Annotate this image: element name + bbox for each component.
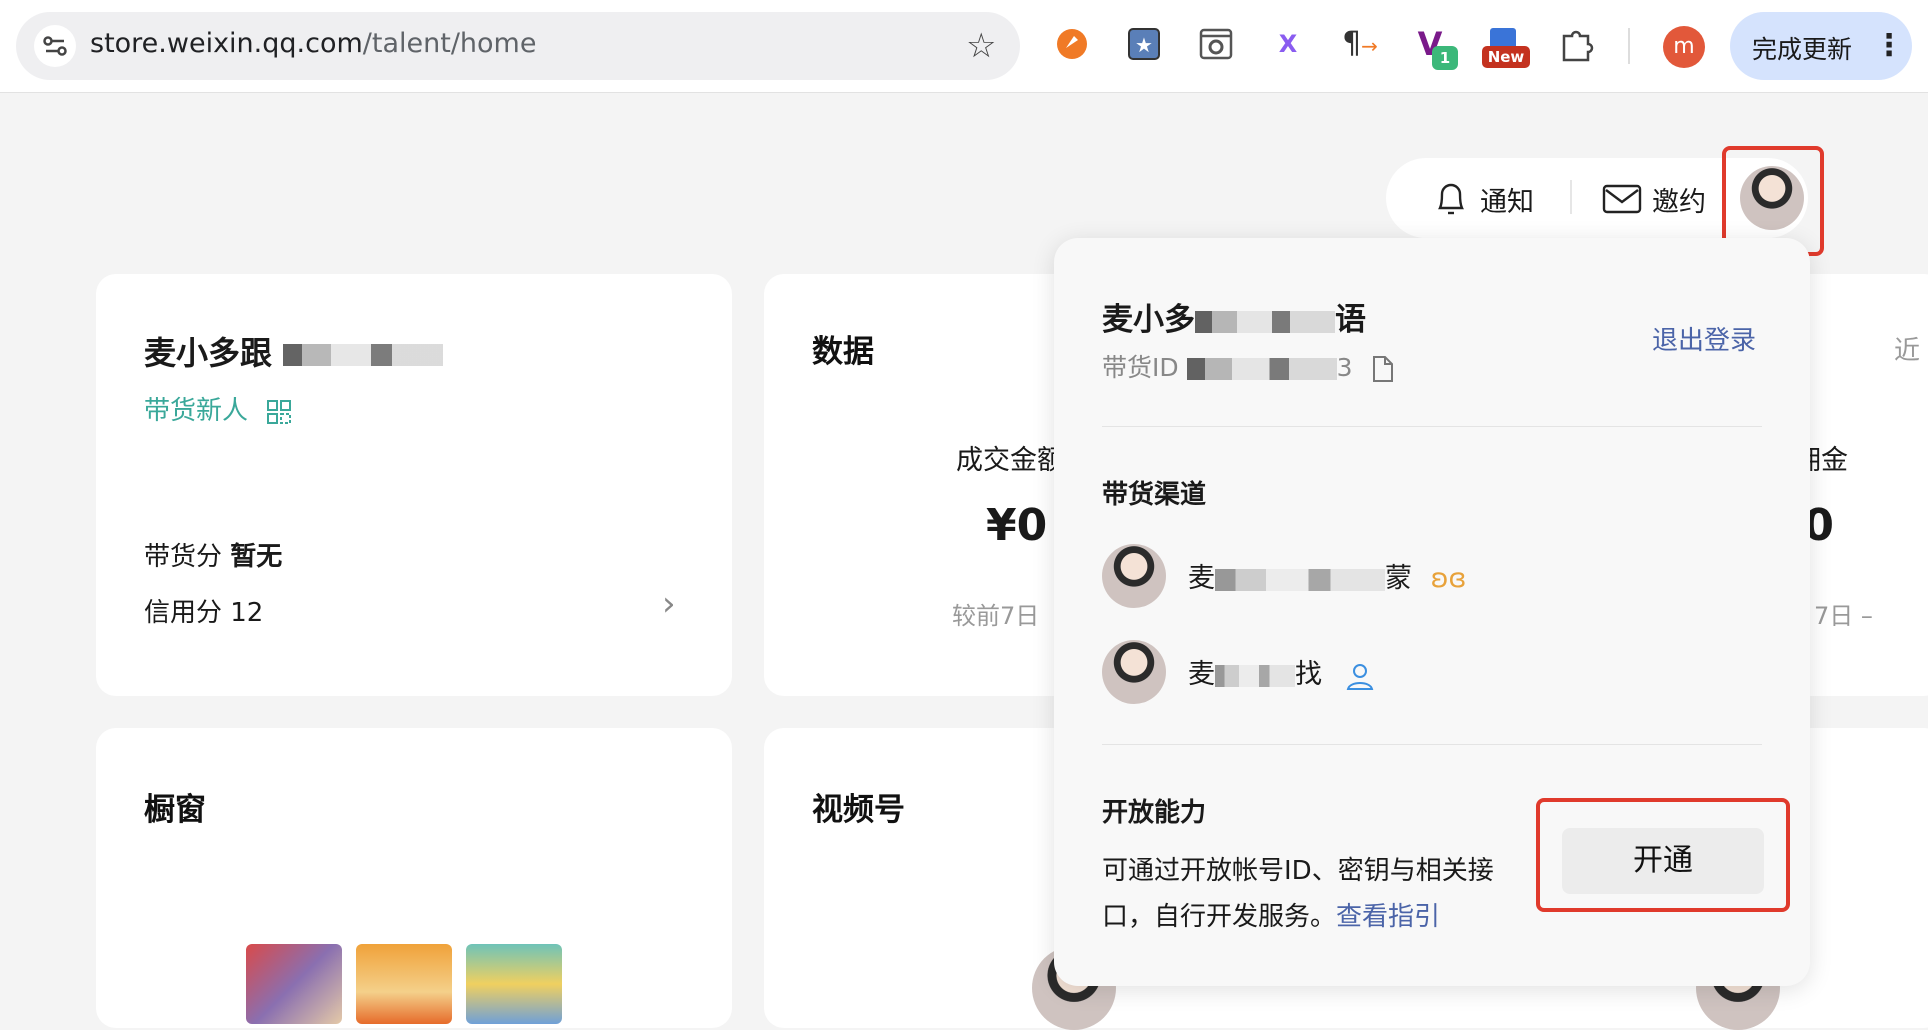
extension-v-icon[interactable]: V 1 — [1410, 24, 1458, 70]
notify-label[interactable]: 通知 — [1480, 180, 1534, 219]
channel-item-2[interactable]: 麦找 — [1188, 652, 1375, 691]
extension-new-icon[interactable]: New — [1482, 24, 1530, 68]
topbar-divider — [1570, 180, 1572, 214]
recent-label[interactable]: 近 — [1894, 330, 1920, 367]
bookmark-star-icon[interactable]: ☆ — [966, 26, 996, 66]
promoter-id: 带货ID 3 — [1102, 348, 1396, 384]
channel-avatar — [1102, 544, 1166, 608]
user-outline-icon — [1346, 663, 1373, 690]
score-row: 带货分 暂无 — [144, 542, 283, 572]
update-label: 完成更新 — [1752, 35, 1853, 64]
divider — [1102, 744, 1762, 745]
channel-item-1[interactable]: 麦蒙 ʚɞ — [1188, 556, 1466, 595]
product-thumbnail[interactable] — [356, 944, 452, 1024]
gmv-compare: 较前7日 — [952, 602, 1040, 630]
channels-title: 带货渠道 — [1102, 480, 1207, 510]
invite-label[interactable]: 邀约 — [1652, 180, 1706, 219]
extension-gear-window-icon[interactable] — [1196, 24, 1236, 64]
gmv-label: 成交金额 — [956, 445, 1064, 476]
product-thumbnail[interactable] — [466, 944, 562, 1024]
site-settings-icon[interactable] — [34, 25, 76, 67]
window-card: 橱窗 — [96, 728, 732, 1028]
divider — [1102, 426, 1762, 427]
update-button[interactable]: 完成更新 ⋮ — [1730, 12, 1912, 80]
url-text[interactable]: store.weixin.qq.com/talent/home — [90, 28, 536, 59]
browser-toolbar: store.weixin.qq.com/talent/home ☆ ★ X ¶→… — [0, 0, 1928, 93]
profile-avatar[interactable]: m — [1663, 26, 1705, 68]
profile-tag[interactable]: 带货新人 — [144, 390, 292, 427]
window-title[interactable]: 橱窗 — [144, 784, 206, 829]
address-bar[interactable]: store.weixin.qq.com/talent/home ☆ — [16, 12, 1020, 80]
bell-icon[interactable] — [1434, 178, 1468, 222]
extension-pilcrow-icon[interactable]: ¶→ — [1340, 24, 1380, 64]
new-badge: New — [1482, 46, 1530, 68]
dropdown-name: 麦小多语 — [1102, 302, 1366, 338]
url-path: /talent/home — [362, 28, 537, 59]
profile-card: 麦小多跟 带货新人 带货分 暂无 信用分 12 › — [96, 274, 732, 696]
extension-orange-icon[interactable] — [1052, 24, 1092, 64]
commission-compare: 7日 – — [1814, 602, 1873, 630]
invite-mail-icon[interactable] — [1602, 180, 1642, 220]
product-thumbnail[interactable] — [246, 944, 342, 1024]
channel-avatar — [1102, 640, 1166, 704]
open-ability-desc: 可通过开放帐号ID、密钥与相关接 口，自行开发服务。查看指引 — [1102, 856, 1494, 932]
copy-file-icon[interactable] — [1368, 354, 1396, 384]
qrcode-icon — [267, 399, 292, 424]
video-title[interactable]: 视频号 — [812, 784, 905, 829]
open-button-highlight-box — [1536, 798, 1790, 912]
guide-link[interactable]: 查看指引 — [1336, 902, 1440, 932]
toolbar-divider — [1628, 28, 1630, 64]
url-domain: store.weixin.qq.com — [90, 28, 363, 59]
extension-x-icon[interactable]: X — [1268, 24, 1308, 64]
data-title: 数据 — [812, 334, 874, 370]
profile-name: 麦小多跟 — [144, 328, 444, 374]
extension-badge: 1 — [1432, 46, 1458, 70]
extension-star-box-icon[interactable]: ★ — [1124, 24, 1164, 64]
open-ability-title: 开放能力 — [1102, 798, 1207, 828]
chevron-right-icon[interactable]: › — [662, 584, 676, 624]
logout-link[interactable]: 退出登录 — [1652, 320, 1756, 357]
svg-text:★: ★ — [1135, 33, 1153, 57]
gmv-value: ¥0 — [986, 500, 1048, 551]
kebab-menu-icon[interactable]: ⋮ — [1874, 22, 1904, 70]
credit-row[interactable]: 信用分 12 — [144, 592, 263, 629]
butterfly-icon: ʚɞ — [1430, 563, 1467, 594]
extensions-puzzle-icon[interactable] — [1556, 24, 1596, 64]
